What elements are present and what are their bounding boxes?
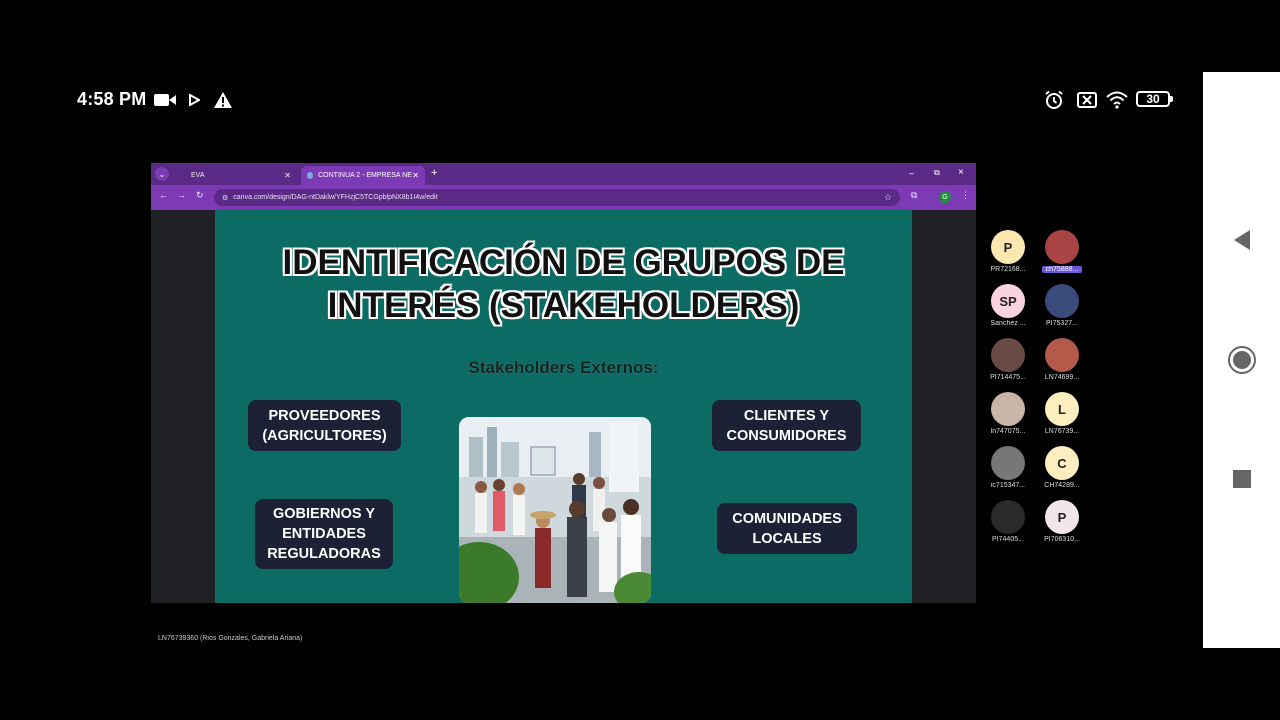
close-icon[interactable]: ✕ [412,171,419,180]
avatar: SP [991,284,1025,318]
close-icon[interactable]: ✕ [284,171,291,180]
extensions-icon[interactable]: ⧉ [911,190,917,201]
participant[interactable]: L LN76739... [1042,392,1082,435]
restore-button[interactable]: ⧉ [934,168,940,178]
slide-title-line-2: INTERÉS (STAKEHOLDERS) [327,286,800,325]
stakeholders-photo [459,417,651,603]
box-text: ENTIDADES [282,526,366,542]
participant[interactable]: ic715347... [988,446,1028,489]
battery-icon: 30 [1136,91,1170,107]
site-info-icon[interactable]: ⚙ [222,194,228,202]
toolbar: ← → ↻ ⚙ canva.com/design/DAG-ntDaklw/YFH… [151,185,976,210]
participant[interactable]: P PI706310... [1042,500,1082,543]
avatar: L [1045,392,1079,426]
box-text: GOBIERNOS Y [272,506,376,522]
participant-name: PI74405... [992,536,1024,543]
avatar [1045,284,1079,318]
avatar [1045,230,1079,264]
minimize-button[interactable]: – [909,168,914,178]
participant-name: ln747075... [990,428,1026,435]
participant[interactable]: C CH74289... [1042,446,1082,489]
participant-name: Sanchez ... [990,320,1026,327]
participant-name: ch75888... [1042,266,1082,273]
tab-label: CONTINUA 2 - EMPRESA NEST... [318,172,412,179]
box-gobiernos: GOBIERNOS Y ENTIDADES REGULADORAS [255,499,393,569]
box-text: PROVEEDORES [268,407,381,424]
wifi-icon [1105,90,1129,110]
tab-continua[interactable]: CONTINUA 2 - EMPRESA NEST... ✕ [301,166,425,185]
participant[interactable]: LN74699... [1042,338,1082,381]
close-box-icon [1076,90,1098,110]
avatar: C [1045,446,1079,480]
browser-window: ⌄ EVA ✕ CONTINUA 2 - EMPRESA NEST... ✕ +… [151,163,976,603]
participant-name: ic715347... [990,482,1026,489]
reload-icon[interactable]: ↻ [196,190,204,201]
window-close-button[interactable]: × [958,167,964,178]
slide-subtitle: Stakeholders Externos: [468,358,659,377]
play-arrow-icon [186,90,202,110]
bookmark-star-icon[interactable]: ☆ [884,192,892,203]
back-nav-button[interactable] [1222,220,1262,260]
box-clientes: CLIENTES Y CONSUMIDORES [712,400,861,451]
tab-bar: ⌄ EVA ✕ CONTINUA 2 - EMPRESA NEST... ✕ +… [151,163,976,185]
tab-search-icon[interactable]: ⌄ [155,167,169,181]
battery-cap [1170,96,1173,102]
avatar: P [991,230,1025,264]
tab-eva[interactable]: EVA ✕ [177,166,297,185]
slide-title: IDENTIFICACIÓN DE GRUPOS DE INTERÉS (STA… [215,241,912,327]
box-text: CONSUMIDORES [726,427,847,444]
participant[interactable]: SP Sanchez ... [988,284,1028,327]
participant-name: LN74699... [1044,374,1080,381]
participant[interactable]: P PR72168... [988,230,1028,273]
slide-title-line-1: IDENTIFICACIÓN DE GRUPOS DE [282,243,845,282]
address-bar[interactable]: ⚙ canva.com/design/DAG-ntDaklw/YFHzjC5TC… [214,189,900,206]
box-text: COMUNIDADES [732,510,842,527]
box-proveedores: PROVEEDORES (AGRICULTORES) [248,400,401,451]
participant-name: PI75327... [1046,320,1078,327]
avatar [991,338,1025,372]
box-comunidades: COMUNIDADES LOCALES [717,503,857,554]
avatar [991,392,1025,426]
forward-icon[interactable]: → [177,190,186,200]
avatar [991,446,1025,480]
canva-favicon-icon [307,172,314,179]
presentation-slide: IDENTIFICACIÓN DE GRUPOS DE INTERÉS (STA… [215,210,912,603]
participant[interactable]: PI75327... [1042,284,1082,327]
participant-name: PR72168... [990,266,1026,273]
back-icon[interactable]: ← [159,190,168,200]
participant-name: PI706310... [1044,536,1080,543]
avatar: P [1045,500,1079,534]
alarm-icon [1043,90,1065,110]
menu-kebab-icon[interactable]: ⋮ [961,190,970,201]
avatar [1045,338,1079,372]
box-text: LOCALES [752,530,822,547]
tab-label: EVA [191,172,205,179]
url-text: canva.com/design/DAG-ntDaklw/YFHzjC5TCGp… [233,194,438,201]
status-time: 4:58 PM [77,89,147,109]
presenter-name: LN76739360 (Rios Gonzales, Gabriela Aria… [158,635,303,642]
participant[interactable]: ch75888... [1042,230,1082,273]
participant-name: CH74289... [1044,482,1080,489]
video-camera-icon [153,90,177,110]
participant[interactable]: PI714475... [988,338,1028,381]
recents-nav-button[interactable] [1222,459,1262,499]
avatar [991,500,1025,534]
box-text: CLIENTES Y [743,407,830,424]
participant-name: LN76739... [1044,428,1080,435]
warning-icon [212,90,234,110]
home-nav-button[interactable] [1222,340,1262,380]
box-text: (AGRICULTORES) [262,427,387,444]
participant[interactable]: PI74405... [988,500,1028,543]
participant[interactable]: ln747075... [988,392,1028,435]
participant-name: PI714475... [990,374,1026,381]
box-text: REGULADORAS [267,546,381,562]
new-tab-button[interactable]: + [431,167,437,179]
profile-avatar[interactable]: G [939,191,951,203]
